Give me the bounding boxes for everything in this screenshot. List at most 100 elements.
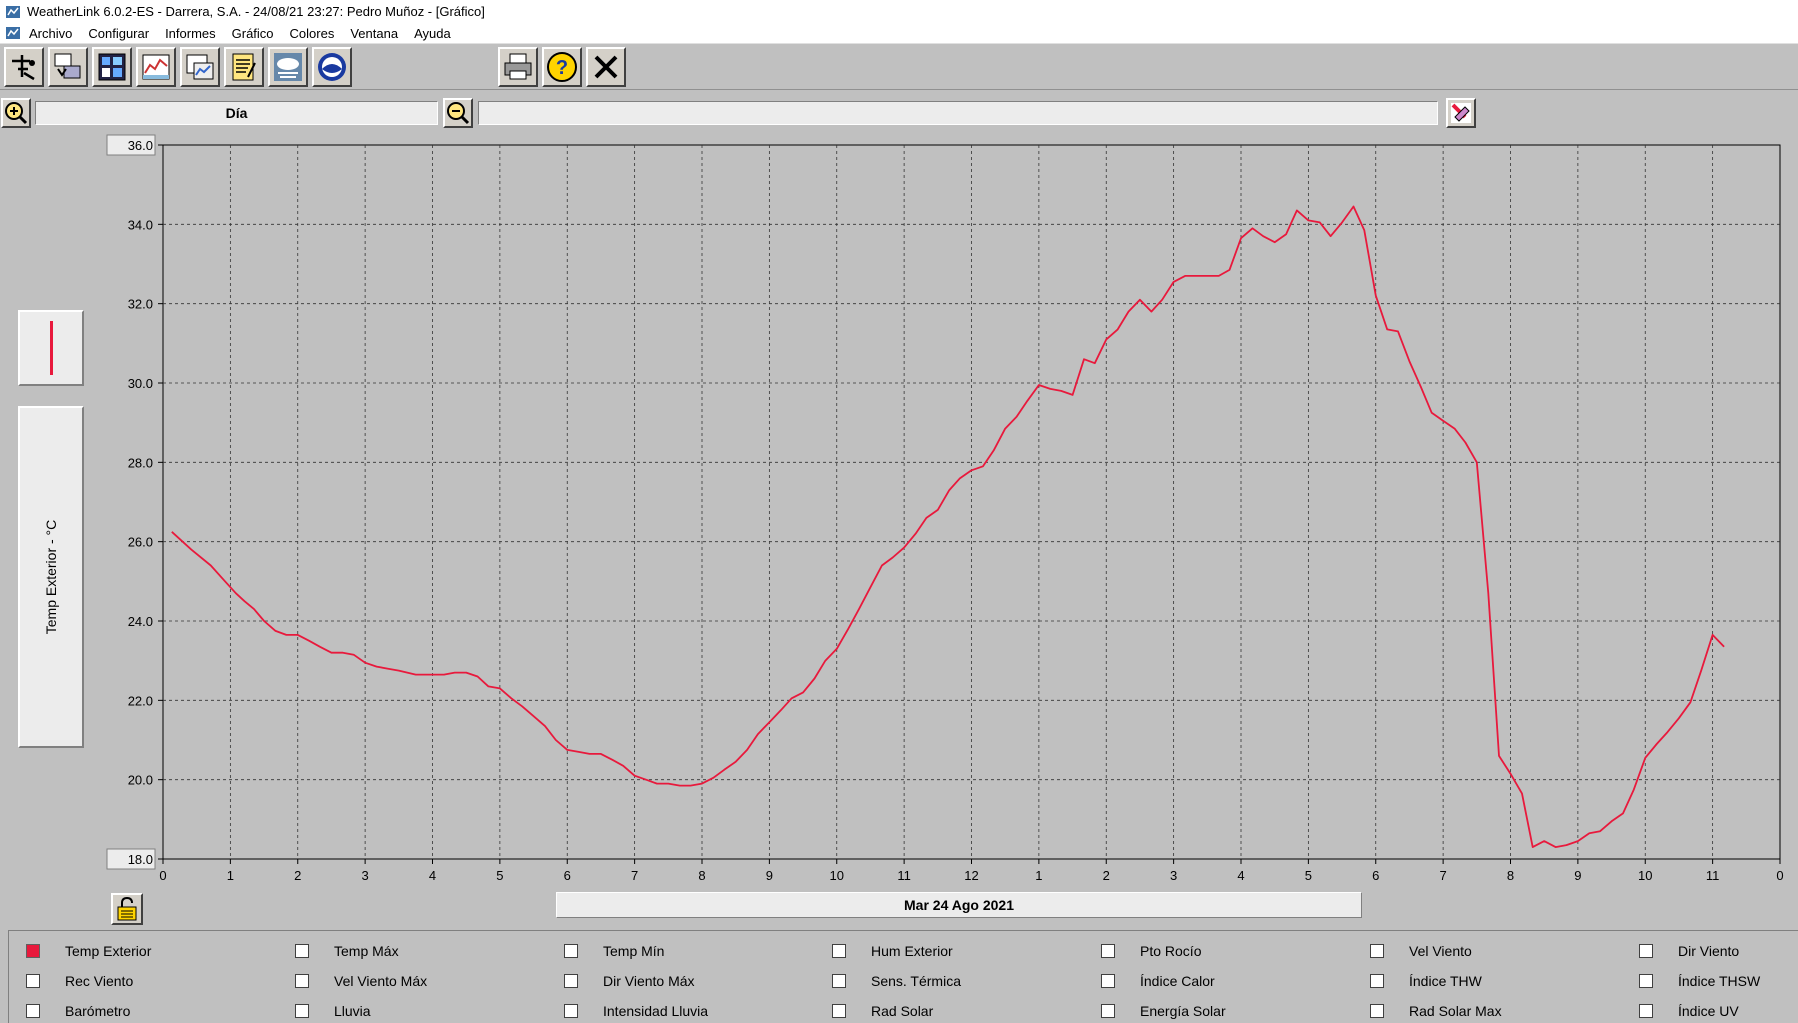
- x-tick-label: 5: [496, 868, 503, 883]
- series-option[interactable]: Energía Solar: [1101, 1001, 1226, 1021]
- series-checkbox[interactable]: [295, 974, 309, 988]
- noaa-icon: [318, 53, 346, 81]
- menu-archivo[interactable]: Archivo: [29, 26, 72, 41]
- series-option[interactable]: Pto Rocío: [1101, 941, 1201, 961]
- series-checkbox[interactable]: [1370, 944, 1384, 958]
- series-option-label: Pto Rocío: [1140, 943, 1202, 959]
- series-option[interactable]: Dir Viento: [1639, 941, 1739, 961]
- series-option[interactable]: Hum Exterior: [832, 941, 953, 961]
- x-tick-label: 1: [1035, 868, 1042, 883]
- series-option[interactable]: Vel Viento Máx: [295, 971, 427, 991]
- series-checkbox[interactable]: [295, 1004, 309, 1018]
- weather-button[interactable]: [268, 47, 308, 87]
- series-option-label: Dir Viento Máx: [603, 973, 695, 989]
- series-option-label: Lluvia: [334, 1003, 371, 1019]
- bulletin-button[interactable]: [92, 47, 132, 87]
- series-option[interactable]: Rad Solar Max: [1370, 1001, 1502, 1021]
- teleport-button[interactable]: [4, 47, 44, 87]
- menu-colores[interactable]: Colores: [290, 26, 335, 41]
- series-checkbox[interactable]: [832, 974, 846, 988]
- series-checkbox[interactable]: [1101, 974, 1115, 988]
- document-icon[interactable]: [5, 25, 21, 41]
- series-option-label: Temp Máx: [334, 943, 399, 959]
- series-checkbox[interactable]: [564, 1004, 578, 1018]
- series-checkbox[interactable]: [564, 974, 578, 988]
- menu-configurar[interactable]: Configurar: [88, 26, 149, 41]
- series-checkbox[interactable]: [26, 974, 40, 988]
- zoom-in-button[interactable]: [1, 98, 31, 128]
- series-option[interactable]: Temp Exterior: [26, 941, 151, 961]
- toolbar: ?: [0, 44, 1798, 90]
- series-option-label: Energía Solar: [1140, 1003, 1226, 1019]
- series-swatch[interactable]: [18, 310, 84, 386]
- x-tick-label: 9: [766, 868, 773, 883]
- notes-button[interactable]: [224, 47, 264, 87]
- zoom-in-icon: [5, 102, 28, 125]
- series-checkbox[interactable]: [1639, 944, 1653, 958]
- temperature-chart[interactable]: 36.0 34.0 32.0 30.0 28.0 26.0 24.0 22.0 20.0 18.0…: [90, 134, 1795, 886]
- series-option[interactable]: Barómetro: [26, 1001, 130, 1021]
- plot-button[interactable]: [136, 47, 176, 87]
- menu-ayuda[interactable]: Ayuda: [414, 26, 451, 41]
- series-option[interactable]: Lluvia: [295, 1001, 371, 1021]
- series-option-label: Temp Exterior: [65, 943, 152, 959]
- notes-icon: [232, 53, 256, 81]
- lock-scale-button[interactable]: [111, 893, 143, 925]
- help-button[interactable]: ?: [542, 47, 582, 87]
- series-checkbox[interactable]: [26, 1004, 40, 1018]
- series-option[interactable]: Temp Mín: [564, 941, 664, 961]
- series-option[interactable]: Índice Calor: [1101, 971, 1215, 991]
- series-option-label: Dir Viento: [1678, 943, 1740, 959]
- series-checkbox[interactable]: [832, 1004, 846, 1018]
- y-tick-label: 34.0: [128, 217, 153, 232]
- series-option[interactable]: Rad Solar: [832, 1001, 933, 1021]
- y-tick-label: 32.0: [128, 297, 153, 312]
- x-tick-label: 2: [1103, 868, 1110, 883]
- series-checkbox[interactable]: [564, 944, 578, 958]
- menu-grafico[interactable]: Gráfico: [232, 26, 274, 41]
- download-button[interactable]: [48, 47, 88, 87]
- series-option[interactable]: Vel Viento: [1370, 941, 1472, 961]
- secondary-field[interactable]: [478, 101, 1438, 125]
- series-option[interactable]: Sens. Térmica: [832, 971, 961, 991]
- series-option-label: Índice THW: [1409, 973, 1482, 989]
- series-checkbox[interactable]: [1370, 974, 1384, 988]
- noaa-button[interactable]: [312, 47, 352, 87]
- print-icon: [504, 53, 532, 80]
- zoom-out-button[interactable]: [443, 98, 473, 128]
- browse-button[interactable]: [180, 47, 220, 87]
- menu-ventana[interactable]: Ventana: [350, 26, 398, 41]
- series-option[interactable]: Índice THSW: [1639, 971, 1760, 991]
- period-field[interactable]: Día: [35, 101, 438, 125]
- series-checkbox[interactable]: [1101, 1004, 1115, 1018]
- color-picker-button[interactable]: [1446, 98, 1476, 128]
- series-option[interactable]: Índice UV: [1639, 1001, 1739, 1021]
- series-option[interactable]: Dir Viento Máx: [564, 971, 695, 991]
- series-checkbox[interactable]: [1639, 1004, 1653, 1018]
- menu-informes[interactable]: Informes: [165, 26, 216, 41]
- series-checkbox[interactable]: [1101, 944, 1115, 958]
- paint-bucket-icon: [1451, 103, 1471, 123]
- y-tick-label[interactable]: 18.0: [128, 852, 153, 867]
- series-option[interactable]: Temp Máx: [295, 941, 399, 961]
- x-tick-label: 1: [227, 868, 234, 883]
- x-tick-label: 8: [698, 868, 705, 883]
- series-option-label: Índice Calor: [1140, 973, 1215, 989]
- series-checkbox[interactable]: [1370, 1004, 1384, 1018]
- series-checkbox[interactable]: [832, 944, 846, 958]
- x-tick-label: 12: [964, 868, 978, 883]
- series-option[interactable]: Rec Viento: [26, 971, 133, 991]
- series-option-label: Vel Viento: [1409, 943, 1472, 959]
- close-button[interactable]: [586, 47, 626, 87]
- series-checkbox[interactable]: [1639, 974, 1653, 988]
- series-option[interactable]: Índice THW: [1370, 971, 1482, 991]
- print-button[interactable]: [498, 47, 538, 87]
- series-option-label: Hum Exterior: [871, 943, 953, 959]
- series-option-label: Rad Solar: [871, 1003, 934, 1019]
- series-option[interactable]: Intensidad Lluvia: [564, 1001, 708, 1021]
- x-tick-label: 7: [631, 868, 638, 883]
- date-field[interactable]: Mar 24 Ago 2021: [556, 892, 1362, 918]
- series-checkbox[interactable]: [295, 944, 309, 958]
- y-tick-label[interactable]: 36.0: [128, 138, 153, 153]
- series-checkbox[interactable]: [26, 944, 40, 958]
